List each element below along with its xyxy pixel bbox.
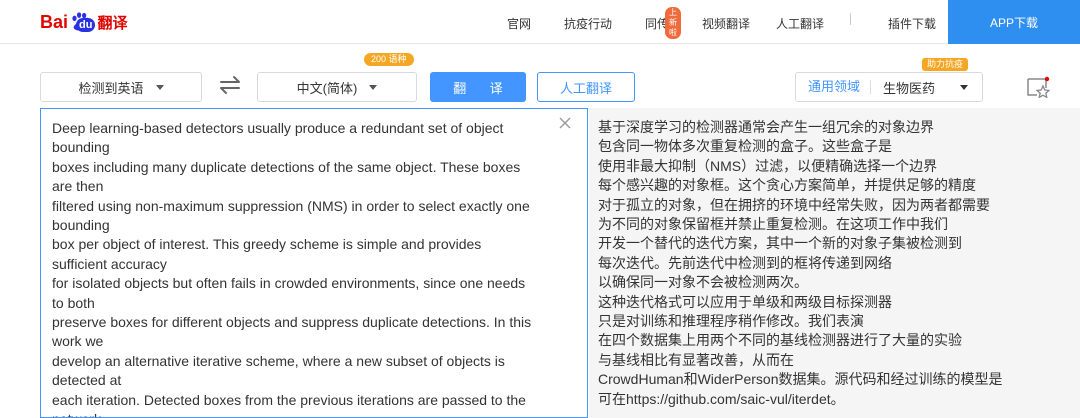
favorites-icon[interactable] [1026,76,1050,98]
new-badge: 上新啦 [665,7,681,39]
nav-divider [850,13,851,25]
domain-value: 生物医药 [883,80,936,96]
source-language-select[interactable]: 检测到英语 [40,72,202,102]
logo-fanyi-text: 翻译 [97,14,128,32]
close-icon[interactable] [558,116,572,130]
source-textarea[interactable]: Deep learning-based detectors usually pr… [52,119,557,417]
domain-select[interactable]: 通用领域 生物医药 [795,72,983,102]
nav-official-site[interactable]: 官网 [507,15,531,32]
human-translate-button[interactable]: 人工翻译 [537,72,635,102]
nav-human-translate[interactable]: 人工翻译 [776,15,824,32]
language-count-badge: 200 语种 [364,53,414,66]
translation-result-panel: 基于深度学习的检测器通常会产生一组冗余的对象边界 包含同一物体多次重复检测的盒子… [589,108,1080,418]
domain-label: 通用领域 [796,80,872,94]
target-language-label: 中文(简体) [296,80,358,96]
nav-anti-epidemic[interactable]: 抗疫行动 [564,15,612,32]
app-download-button[interactable]: APP下载 [948,0,1080,44]
source-text-panel[interactable]: Deep learning-based detectors usually pr… [40,108,588,418]
help-badge: 助力抗疫 [922,58,969,71]
nav-video-translate[interactable]: 视频翻译 [702,15,750,32]
logo-du-text: du [76,18,96,32]
swap-languages-icon[interactable] [218,74,242,96]
target-language-select[interactable]: 中文(简体) [257,72,417,102]
logo-bai-text: Bai [40,11,69,32]
translation-output: 基于深度学习的检测器通常会产生一组冗余的对象边界 包含同一物体多次重复检测的盒子… [598,119,1003,407]
chevron-down-icon [155,84,164,90]
nav-plugin-download[interactable]: 插件下载 [888,15,936,32]
translate-button[interactable]: 翻 译 [430,72,526,102]
chevron-down-icon [960,84,968,90]
source-language-label: 检测到英语 [78,80,144,96]
top-navbar: Bai du 翻译 官网 抗疫行动 同传 上新啦 视频翻译 人工翻译 插件下载 … [0,0,1080,44]
baidu-fanyi-logo[interactable]: Bai du 翻译 [40,8,127,36]
chevron-down-icon [369,84,378,90]
